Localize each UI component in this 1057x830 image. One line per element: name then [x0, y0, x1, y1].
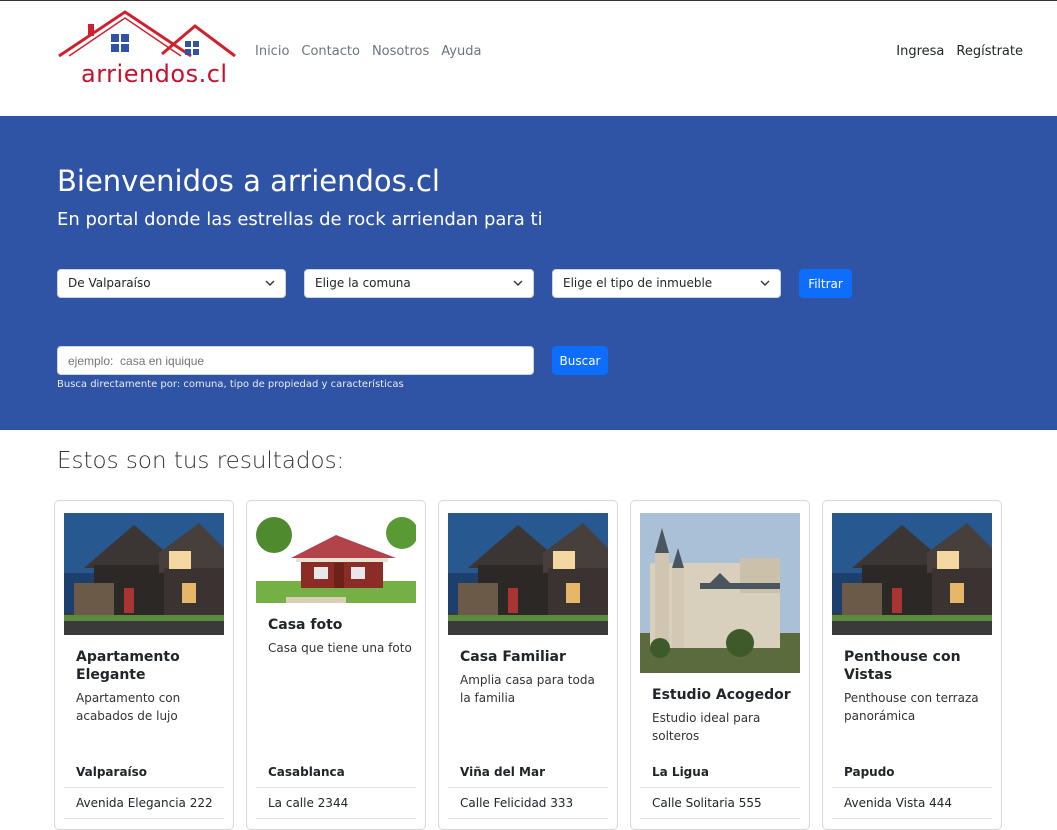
modern-house-image [64, 513, 224, 635]
comuna-select[interactable]: Elige la comuna [304, 269, 534, 298]
chevron-down-icon [760, 280, 770, 286]
hero-section: Bienvenidos a arriendos.cl En portal don… [0, 116, 1057, 430]
nav-contacto[interactable]: Contacto [301, 44, 360, 59]
tipo-select-value: Elige el tipo de inmueble [563, 276, 713, 290]
card-title: Estudio Acogedor [652, 687, 791, 703]
card-city: Casablanca [268, 765, 345, 779]
card-city: Viña del Mar [460, 765, 545, 779]
card-address: Avenida Vista 444 [844, 796, 953, 810]
user-nav: Ingresa Regístrate [896, 44, 1023, 59]
cabin-image [256, 513, 416, 603]
divider [64, 787, 224, 788]
region-select[interactable]: De Valparaíso [57, 269, 286, 298]
card-title: Casa Familiar [460, 649, 566, 665]
property-card[interactable]: Apartamento Elegante Apartamento con aca… [54, 500, 234, 830]
card-city: La Ligua [652, 765, 709, 779]
chevron-down-icon [513, 280, 523, 286]
property-card[interactable]: Estudio Acogedor Estudio ideal para solt… [630, 500, 810, 830]
hero-subtitle: En portal donde las estrellas de rock ar… [57, 209, 543, 230]
modern-house-image [832, 513, 992, 635]
filter-button[interactable]: Filtrar [799, 269, 852, 298]
hero-title: Bienvenidos a arriendos.cl [57, 164, 440, 198]
site-logo[interactable]: arriendos.cl [57, 10, 237, 88]
card-address: Calle Solitaria 555 [652, 796, 762, 810]
card-title: Casa foto [268, 617, 343, 633]
card-description: Amplia casa para toda la familia [460, 673, 595, 705]
search-input[interactable] [57, 346, 534, 375]
property-card[interactable]: Casa Familiar Amplia casa para toda la f… [438, 500, 618, 830]
card-description: Penthouse con terraza panorámica [844, 691, 979, 723]
property-card[interactable]: Penthouse con Vistas Penthouse con terra… [822, 500, 1002, 830]
divider [832, 787, 992, 788]
navbar: arriendos.cl Inicio Contacto Nosotros Ay… [0, 1, 1057, 116]
divider [256, 787, 416, 788]
nav-inicio[interactable]: Inicio [255, 44, 289, 59]
tipo-inmueble-select[interactable]: Elige el tipo de inmueble [552, 269, 781, 298]
main-nav: Inicio Contacto Nosotros Ayuda [255, 44, 481, 59]
logo-text: arriendos.cl [81, 60, 228, 88]
search-help-text: Busca directamente por: comuna, tipo de … [57, 379, 404, 390]
nav-ayuda[interactable]: Ayuda [441, 44, 481, 59]
house-roof-logo-icon [58, 10, 236, 58]
card-city: Valparaíso [76, 765, 148, 779]
chevron-down-icon [265, 280, 275, 286]
property-card[interactable]: Casa foto Casa que tiene una foto Casabl… [246, 500, 426, 830]
card-title: Apartamento Elegante [76, 649, 180, 683]
divider [448, 787, 608, 788]
card-city: Papudo [844, 765, 895, 779]
login-link[interactable]: Ingresa [896, 44, 944, 59]
comuna-select-value: Elige la comuna [315, 276, 411, 290]
divider [640, 787, 800, 788]
card-description: Apartamento con acabados de lujo [76, 691, 181, 723]
modern-house-image [448, 513, 608, 635]
card-title: Penthouse con Vistas [844, 649, 961, 683]
card-address: La calle 2344 [268, 796, 349, 810]
card-address: Calle Felicidad 333 [460, 796, 574, 810]
card-description: Estudio ideal para solteros [652, 711, 761, 743]
register-link[interactable]: Regístrate [956, 44, 1023, 59]
card-description: Casa que tiene una foto [268, 641, 412, 655]
card-address: Avenida Elegancia 222 [76, 796, 213, 810]
region-select-value: De Valparaíso [68, 276, 151, 290]
search-button[interactable]: Buscar [552, 346, 608, 375]
castle-image [640, 513, 800, 673]
results-title: Estos son tus resultados: [57, 448, 345, 474]
nav-nosotros[interactable]: Nosotros [372, 44, 429, 59]
